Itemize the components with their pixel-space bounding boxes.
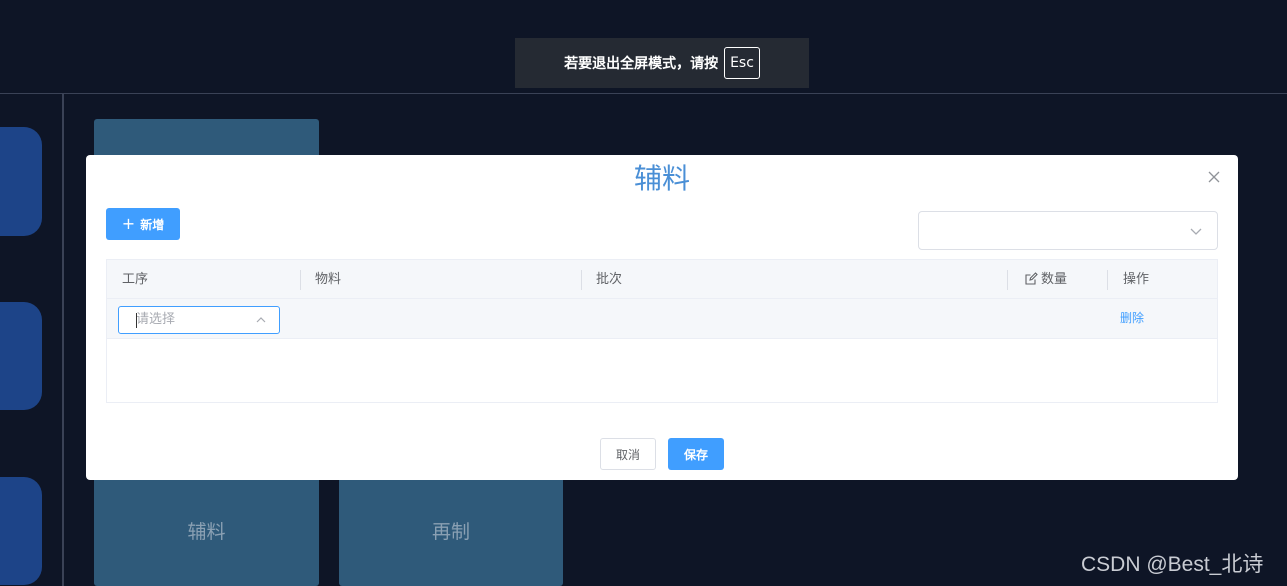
dialog-title: 辅料	[633, 162, 690, 195]
text-caret	[136, 313, 137, 328]
side-card-2[interactable]	[0, 302, 42, 410]
column-separator	[1107, 270, 1108, 290]
column-separator	[581, 270, 582, 290]
side-card-3[interactable]	[0, 477, 42, 585]
header-divider	[0, 93, 1287, 94]
column-header-process: 工序	[122, 272, 149, 287]
sidebar-divider	[62, 94, 64, 586]
filter-select[interactable]	[918, 211, 1218, 250]
save-button[interactable]: 保存	[668, 438, 724, 470]
material-table: 工序 物料 批次 数量 操作 请选择 删除	[106, 259, 1218, 403]
tile-auxiliary[interactable]: 辅料	[94, 470, 319, 586]
column-header-batch: 批次	[596, 272, 623, 287]
side-card-1[interactable]	[0, 127, 42, 236]
column-header-material: 物料	[315, 272, 342, 287]
plus-icon: +	[121, 214, 136, 233]
column-separator	[1007, 270, 1008, 290]
fullscreen-hint-text: 若要退出全屏模式，请按	[564, 56, 719, 72]
table-row: 请选择 删除	[107, 299, 1217, 339]
edit-icon	[1025, 272, 1038, 285]
watermark: CSDN @Best_北诗	[1081, 553, 1264, 576]
column-header-action: 操作	[1123, 272, 1150, 287]
add-button[interactable]: + 新增	[106, 208, 180, 240]
add-button-label: 新增	[140, 217, 165, 232]
tile-label: 辅料	[187, 521, 226, 543]
process-select[interactable]: 请选择	[118, 306, 280, 334]
delete-link[interactable]: 删除	[1120, 309, 1144, 326]
auxiliary-dialog: 辅料 + 新增 工序 物料 批次 数量 操作 请选择 删除 取消 保存	[86, 155, 1238, 480]
column-separator	[300, 270, 301, 290]
process-select-placeholder: 请选择	[136, 312, 176, 327]
chevron-up-icon	[256, 317, 266, 323]
table-header: 工序 物料 批次 数量 操作	[107, 260, 1217, 299]
esc-key: Esc	[724, 47, 760, 79]
cancel-button[interactable]: 取消	[600, 438, 656, 470]
chevron-down-icon	[1190, 228, 1202, 235]
tile-rework[interactable]: 再制	[339, 470, 563, 586]
fullscreen-hint: 若要退出全屏模式，请按 Esc	[515, 38, 809, 88]
close-icon[interactable]	[1206, 169, 1222, 185]
column-header-quantity: 数量	[1041, 272, 1068, 287]
tile-label: 再制	[431, 521, 470, 543]
